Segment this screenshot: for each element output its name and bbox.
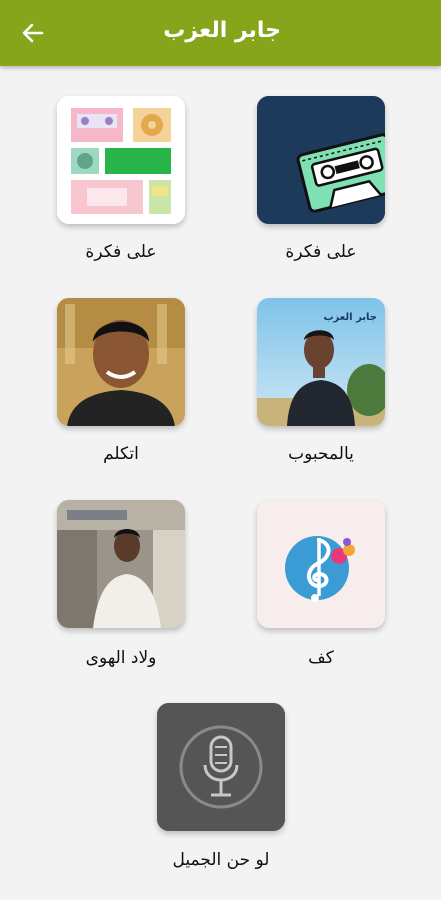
album-label[interactable]: ولاد الهوى (31, 648, 211, 668)
album-tile-kaf[interactable] (257, 500, 385, 628)
music-note-icon (257, 500, 385, 628)
album-tile-yalmahboub[interactable]: جابر العزب (257, 298, 385, 426)
album-tile-cassette[interactable] (257, 96, 385, 224)
singer-photo-street (57, 500, 185, 628)
album-label[interactable]: كف (231, 648, 411, 668)
album-label[interactable]: على فكرة (231, 242, 411, 262)
album-label[interactable]: يالمحبوب (231, 444, 411, 464)
page-title: جابر العزب (163, 18, 281, 43)
microphone-icon (157, 703, 285, 831)
cassette-icon (257, 96, 385, 224)
album-tile-collage[interactable] (57, 96, 185, 224)
album-tile-atkallem[interactable] (57, 298, 185, 426)
album-tile-welad-elhawa[interactable] (57, 500, 185, 628)
singer-portrait (57, 298, 185, 426)
album-label[interactable]: على فكرة (31, 242, 211, 262)
retro-tapes-collage (57, 96, 185, 224)
album-tile-law-han[interactable] (157, 703, 285, 831)
photo-caption: جابر العزب (323, 312, 377, 323)
arrow-left-icon[interactable] (20, 20, 46, 46)
album-label[interactable]: اتكلم (31, 444, 211, 464)
app-bar: جابر العزب (0, 0, 441, 66)
album-label[interactable]: لو حن الجميل (131, 850, 311, 870)
